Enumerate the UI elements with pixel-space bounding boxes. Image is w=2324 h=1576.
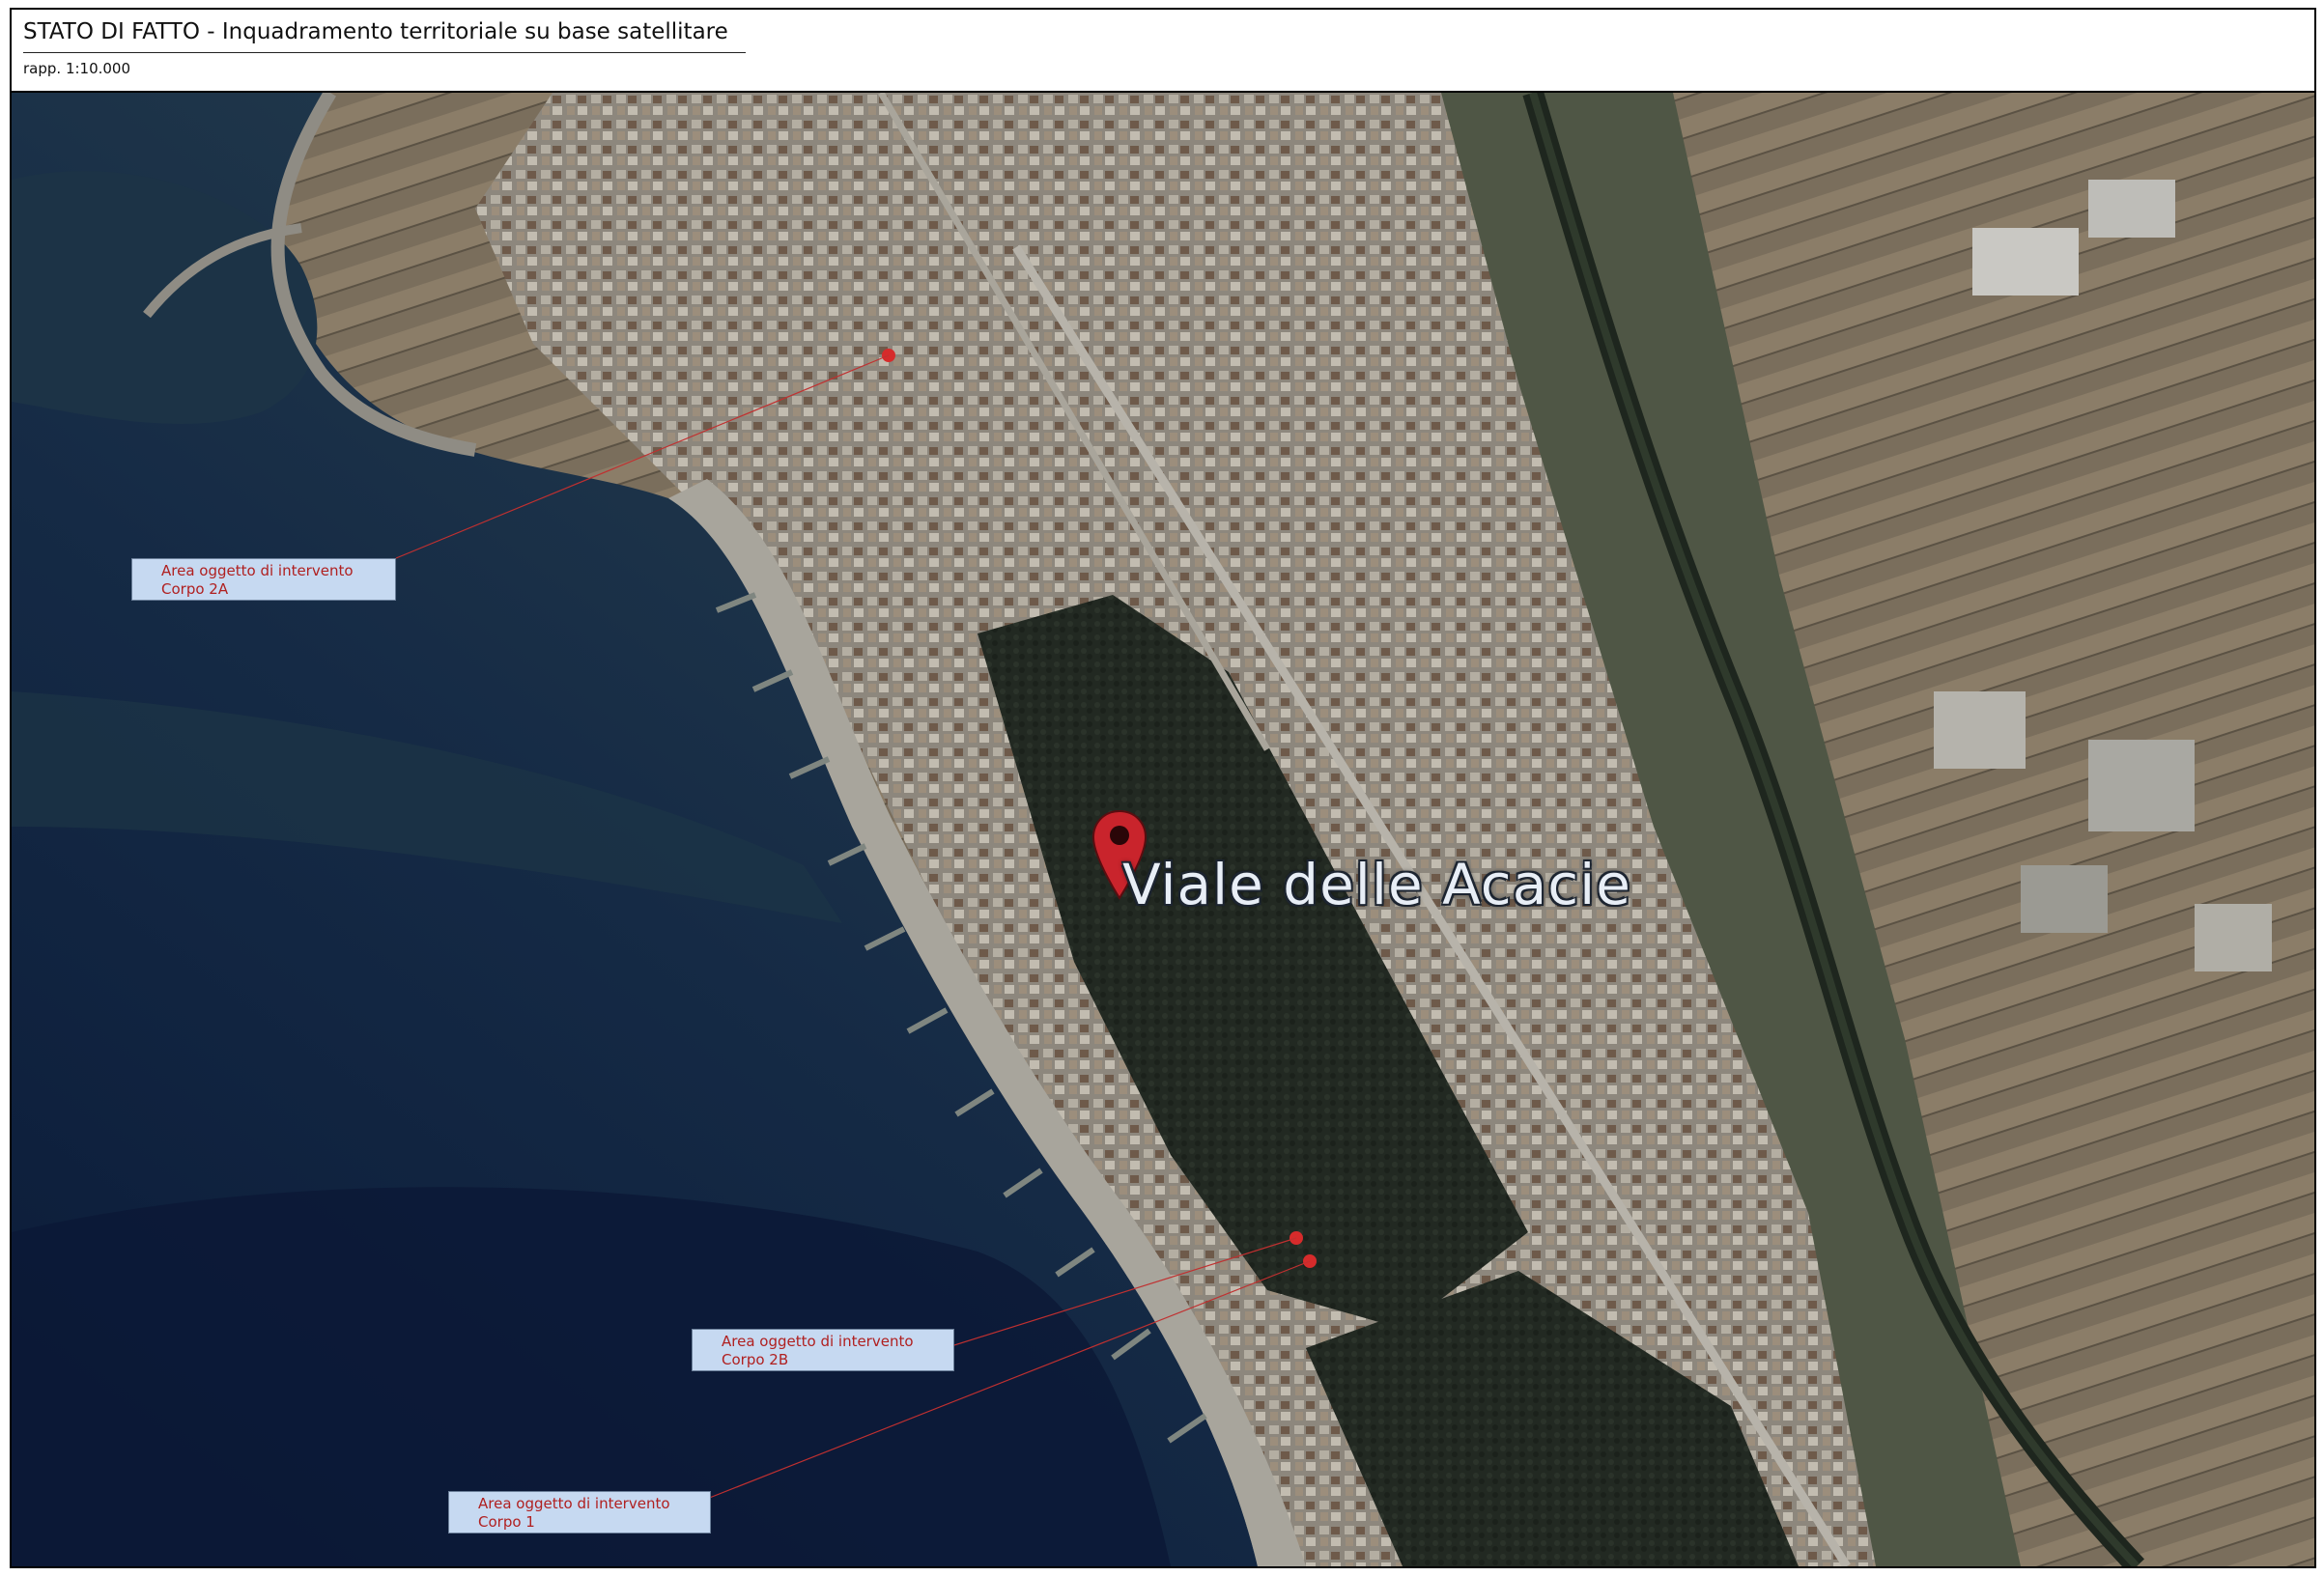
basin <box>2021 865 2108 933</box>
satellite-imagery <box>12 93 2314 1566</box>
industrial-building <box>1972 228 2079 296</box>
callout-corpo-1: Area oggetto di intervento Corpo 1 <box>448 1491 711 1534</box>
satellite-map[interactable]: Viale delle Acacie Area oggetto di inter… <box>12 93 2314 1566</box>
callout-line2: Corpo 2B <box>722 1351 789 1368</box>
place-label: Viale delle Acacie <box>1122 852 1631 917</box>
sheet-title: STATO DI FATTO - Inquadramento territori… <box>23 19 728 44</box>
callout-line1: Area oggetto di intervento <box>161 562 354 579</box>
basin <box>2088 740 2195 831</box>
callout-line1: Area oggetto di intervento <box>478 1495 670 1512</box>
basin <box>2195 904 2272 971</box>
title-underline <box>23 52 746 53</box>
callout-corpo-2a: Area oggetto di intervento Corpo 2A <box>131 558 396 601</box>
industrial-building <box>2088 180 2175 238</box>
callout-line2: Corpo 2A <box>161 580 229 598</box>
basin <box>1934 691 2026 769</box>
scale-label: rapp. 1:10.000 <box>23 60 131 77</box>
callout-corpo-2b: Area oggetto di intervento Corpo 2B <box>692 1329 954 1371</box>
drawing-sheet: STATO DI FATTO - Inquadramento territori… <box>10 8 2316 1568</box>
callout-line1: Area oggetto di intervento <box>722 1333 914 1350</box>
title-block: STATO DI FATTO - Inquadramento territori… <box>12 10 2314 93</box>
callout-line2: Corpo 1 <box>478 1513 535 1531</box>
